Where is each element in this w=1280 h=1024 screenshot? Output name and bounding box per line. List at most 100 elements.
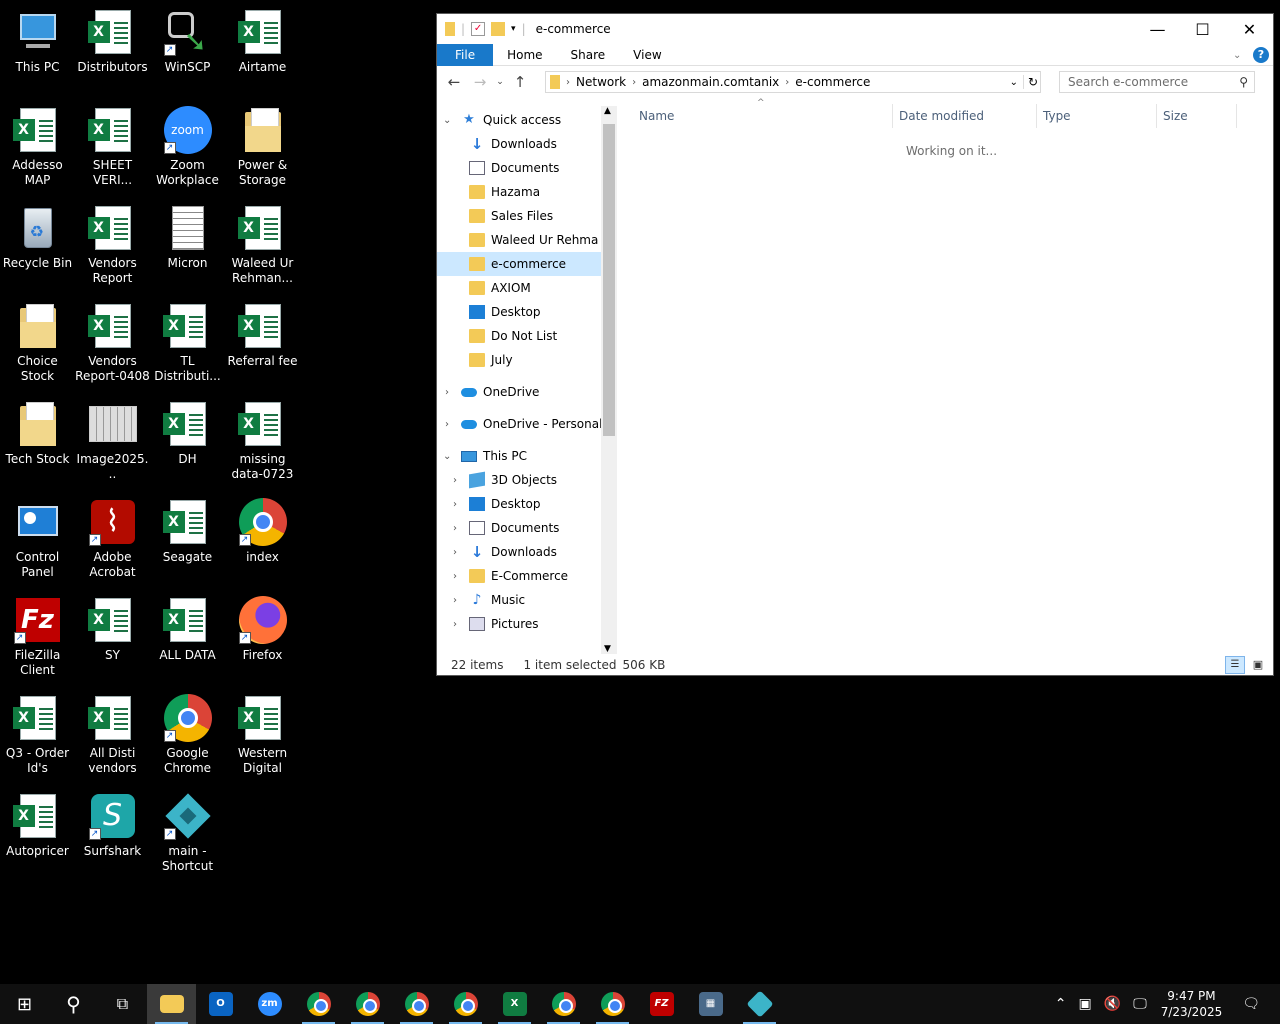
- desktop-icon-item[interactable]: Fz ↗ FileZilla Client: [0, 588, 75, 686]
- refresh-icon[interactable]: ↻: [1022, 75, 1038, 89]
- desktop-icon-item[interactable]: ⌇ ↗ Adobe Acrobat: [75, 490, 150, 588]
- desktop-icon-item[interactable]: Image2025...: [75, 392, 150, 490]
- nav-item-axiom[interactable]: AXIOM: [437, 276, 617, 300]
- nav-item-pc-desktop[interactable]: › Desktop: [437, 492, 617, 516]
- taskbar-zoom[interactable]: zm: [245, 984, 294, 1024]
- minimize-button[interactable]: —: [1135, 14, 1180, 44]
- nav-item-waleed[interactable]: Waleed Ur Rehma📌: [437, 228, 617, 252]
- show-hidden-icons-icon[interactable]: ⌃: [1055, 996, 1067, 1012]
- nav-item-3d-objects[interactable]: › 3D Objects: [437, 468, 617, 492]
- nav-scrollbar[interactable]: ▲ ▼: [601, 106, 617, 654]
- desktop-icon-item[interactable]: Xmissing data-0723: [225, 392, 300, 490]
- details-view-icon[interactable]: ☰: [1225, 656, 1245, 674]
- expand-chevron-icon[interactable]: ›: [453, 619, 457, 630]
- desktop-icon-item[interactable]: Control Panel: [0, 490, 75, 588]
- desktop-icon-item[interactable]: ↗ main - Shortcut: [150, 784, 225, 882]
- desktop-icon-item[interactable]: X Autopricer: [0, 784, 75, 882]
- recent-locations-icon[interactable]: ⌄: [493, 77, 507, 87]
- nav-item-do-not-list[interactable]: Do Not List: [437, 324, 617, 348]
- forward-button[interactable]: →: [467, 73, 493, 91]
- desktop-icon-item[interactable]: Choice Stock: [0, 294, 75, 392]
- taskbar-chrome-4[interactable]: [441, 984, 490, 1024]
- start-button[interactable]: ⊞: [0, 984, 49, 1024]
- desktop-icon-item[interactable]: X TL Distributi...: [150, 294, 225, 392]
- desktop-icon-item[interactable]: ↗ Firefox: [225, 588, 300, 686]
- taskbar-file-explorer[interactable]: [147, 984, 196, 1024]
- expand-chevron-icon[interactable]: ›: [445, 419, 449, 430]
- close-button[interactable]: ✕: [1227, 14, 1272, 44]
- nav-item-pc-e-commerce[interactable]: › E-Commerce: [437, 564, 617, 588]
- expand-chevron-icon[interactable]: ›: [453, 499, 457, 510]
- search-input[interactable]: Search e-commerce ⚲: [1059, 71, 1255, 93]
- taskbar-excel[interactable]: X: [490, 984, 539, 1024]
- desktop-icon-item[interactable]: X All Disti vendors: [75, 686, 150, 784]
- up-button[interactable]: ↑: [507, 73, 533, 91]
- scrollbar-thumb[interactable]: [603, 124, 615, 436]
- desktop-icon-item[interactable]: X Vendors Report-0408: [75, 294, 150, 392]
- column-type[interactable]: Type: [1037, 104, 1157, 128]
- taskbar-chrome-2[interactable]: [343, 984, 392, 1024]
- nav-item-pc-downloads[interactable]: › ↓ Downloads: [437, 540, 617, 564]
- notifications-icon[interactable]: 🗨: [1242, 996, 1260, 1012]
- desktop-icon-item[interactable]: ➘ ↗ WinSCP: [150, 0, 225, 98]
- taskbar-chrome-1[interactable]: [294, 984, 343, 1024]
- clock[interactable]: 9:47 PM 7/23/2025: [1161, 988, 1223, 1020]
- desktop-icon-item[interactable]: X SHEET VERI...: [75, 98, 150, 196]
- expand-chevron-icon[interactable]: ›: [445, 387, 449, 398]
- nav-onedrive[interactable]: › OneDrive: [437, 380, 617, 404]
- column-date-modified[interactable]: Date modified: [893, 104, 1037, 128]
- properties-icon[interactable]: ✓: [471, 22, 486, 36]
- nav-item-desktop[interactable]: Desktop: [437, 300, 617, 324]
- expand-chevron-icon[interactable]: ›: [453, 475, 457, 486]
- tab-file[interactable]: File: [437, 43, 494, 66]
- taskbar-chrome-5[interactable]: [539, 984, 588, 1024]
- large-icons-view-icon[interactable]: ▣: [1249, 656, 1267, 674]
- expand-chevron-icon[interactable]: ›: [453, 595, 457, 606]
- desktop-icon-item[interactable]: X DH: [150, 392, 225, 490]
- collapse-chevron-icon[interactable]: ⌄: [443, 451, 451, 462]
- address-dropdown-icon[interactable]: ⌄: [1010, 77, 1018, 88]
- desktop-icon-item[interactable]: Power & Storage: [225, 98, 300, 196]
- maximize-button[interactable]: ☐: [1180, 14, 1225, 44]
- taskbar-filezilla[interactable]: FZ: [637, 984, 686, 1024]
- address-bar[interactable]: › Network › amazonmain.comtanix › e-comm…: [545, 71, 1041, 93]
- desktop-icon-item[interactable]: X ALL DATA: [150, 588, 225, 686]
- expand-chevron-icon[interactable]: ›: [453, 547, 457, 558]
- search-button[interactable]: ⚲: [49, 984, 98, 1024]
- desktop-icon-item[interactable]: X Vendors Report: [75, 196, 150, 294]
- column-size[interactable]: Size: [1157, 104, 1237, 128]
- new-folder-icon[interactable]: [491, 22, 506, 36]
- nav-item-documents[interactable]: Documents📌: [437, 156, 617, 180]
- desktop-icon-item[interactable]: X Referral fee: [225, 294, 300, 392]
- desktop-icon-item[interactable]: ↗ index: [225, 490, 300, 588]
- desktop-icon-item[interactable]: X Western Digital: [225, 686, 300, 784]
- nav-item-pc-music[interactable]: › ♪ Music: [437, 588, 617, 612]
- desktop-icon-item[interactable]: ↗ Google Chrome: [150, 686, 225, 784]
- nav-item-downloads[interactable]: ↓Downloads📌: [437, 132, 617, 156]
- taskbar-calculator[interactable]: ▦: [686, 984, 735, 1024]
- desktop-icon-item[interactable]: zoom ↗ Zoom Workplace: [150, 98, 225, 196]
- taskbar-nutanix[interactable]: [735, 984, 784, 1024]
- network-status-icon[interactable]: ▣: [1079, 996, 1092, 1012]
- expand-chevron-icon[interactable]: ›: [453, 523, 457, 534]
- nav-item-july[interactable]: July: [437, 348, 617, 372]
- desktop-icon-item[interactable]: X Waleed Ur Rehman...: [225, 196, 300, 294]
- desktop-icon-item[interactable]: X Seagate: [150, 490, 225, 588]
- tab-share[interactable]: Share: [557, 44, 620, 66]
- desktop-icon-item[interactable]: This PC: [0, 0, 75, 98]
- taskbar-chrome-3[interactable]: [392, 984, 441, 1024]
- taskbar-chrome-6[interactable]: [588, 984, 637, 1024]
- desktop-icon-item[interactable]: S ↗ Surfshark: [75, 784, 150, 882]
- help-icon[interactable]: ?: [1253, 47, 1269, 63]
- display-icon[interactable]: 🖵: [1133, 996, 1147, 1012]
- breadcrumb-network[interactable]: Network: [576, 75, 626, 89]
- nav-onedrive-personal[interactable]: › OneDrive - Personal: [437, 412, 617, 436]
- nav-quick-access[interactable]: ⌄ ★ Quick access: [437, 108, 617, 132]
- expand-chevron-icon[interactable]: ›: [453, 571, 457, 582]
- nav-item-sales-files[interactable]: Sales Files📌: [437, 204, 617, 228]
- desktop-icon-item[interactable]: X Q3 - Order Id's: [0, 686, 75, 784]
- tab-home[interactable]: Home: [493, 44, 556, 66]
- volume-muted-icon[interactable]: 🔇: [1104, 996, 1121, 1012]
- tab-view[interactable]: View: [619, 44, 675, 66]
- desktop-icon-item[interactable]: Micron: [150, 196, 225, 294]
